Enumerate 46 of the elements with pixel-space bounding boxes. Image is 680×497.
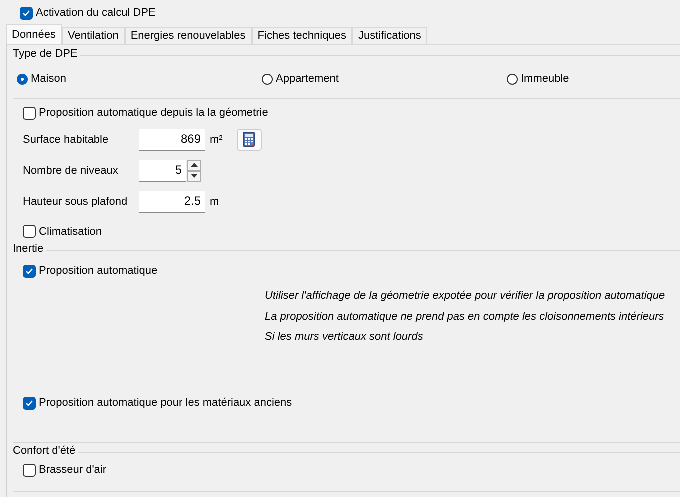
check-icon (22, 8, 31, 18)
checkbox[interactable] (23, 106, 36, 120)
checkbox-label: Activation du calcul DPE (36, 7, 156, 19)
up-arrow-icon (190, 163, 198, 167)
field-label: Hauteur sous plafond (23, 196, 129, 208)
checkbox-label: Climatisation (39, 226, 102, 238)
spin-down-button[interactable] (187, 170, 201, 182)
calculator-button[interactable] (236, 128, 262, 150)
info-text: Utiliser l'affichage de la géometrie expotée pour vérifier la proposition automatique (265, 290, 666, 302)
check-icon (25, 398, 34, 408)
group-title: Confort d'été (13, 445, 78, 457)
unit-label: m (210, 196, 220, 208)
checkbox-label: Proposition automatique pour les matériaux anciens (39, 397, 292, 409)
input-field[interactable]: 2.5 (139, 190, 205, 212)
checkbox-label: Proposition automatique depuis la la géometrie (39, 107, 268, 119)
group-title: Type de DPE (13, 48, 80, 60)
checkbox-label: Proposition automatique (39, 265, 158, 277)
checkbox[interactable] (23, 396, 36, 410)
field-label: Surface habitable (23, 134, 110, 146)
group-title: Inertie (13, 243, 46, 255)
tab[interactable]: Ventilation (62, 27, 125, 44)
checkbox[interactable] (23, 225, 36, 238)
info-text: Si les murs verticaux sont lourds (265, 331, 424, 343)
radio-label: Appartement (276, 73, 339, 85)
radio-button[interactable] (507, 74, 518, 84)
radio-label: Maison (31, 73, 66, 85)
tab[interactable]: Justifications (352, 27, 428, 44)
checkbox-label: Brasseur d'air (39, 464, 107, 476)
radio-label: Immeuble (521, 73, 570, 85)
checkbox[interactable] (23, 264, 36, 278)
calculator-icon (243, 132, 256, 147)
checkbox[interactable] (20, 6, 33, 20)
unit-label: m² (210, 134, 223, 146)
field-label: Nombre de niveaux (23, 164, 120, 176)
tab[interactable]: Energies renouvelables (124, 27, 252, 44)
tab[interactable]: Données (6, 24, 62, 44)
tab[interactable]: Fiches techniques (252, 27, 352, 44)
check-icon (25, 266, 34, 276)
radio-button[interactable] (17, 74, 28, 84)
checkbox[interactable] (23, 464, 36, 476)
spin-up-button[interactable] (187, 160, 201, 170)
down-arrow-icon (190, 174, 198, 178)
radio-button[interactable] (262, 74, 273, 84)
input-field[interactable]: 5 (139, 160, 186, 182)
info-text: La proposition automatique ne prend pas en compte les cloisonnements intérieurs (265, 311, 664, 323)
input-field[interactable]: 869 (139, 128, 205, 150)
